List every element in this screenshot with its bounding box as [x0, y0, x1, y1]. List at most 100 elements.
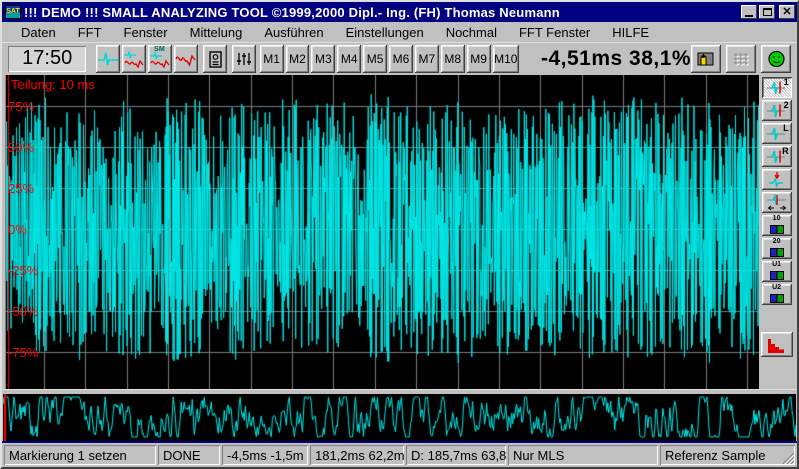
m-button-label: M3 — [315, 52, 332, 66]
sm-impulse-response-button[interactable]: SM — [148, 45, 172, 73]
smiley-button[interactable] — [761, 45, 791, 73]
open-window-icon — [697, 51, 715, 67]
overview-canvas[interactable] — [3, 394, 796, 441]
status-bar: Markierung 1 setzen DONE -4,5ms -1,5m 18… — [2, 443, 797, 467]
filter-icon — [234, 51, 254, 67]
m-button-label: M6 — [393, 52, 410, 66]
app-window: SAT !!! DEMO !!! SMALL ANALYZING TOOL ©1… — [0, 0, 799, 469]
m-button-2[interactable]: M2 — [286, 45, 310, 73]
m-button-label: M5 — [367, 52, 384, 66]
store-label: U2 — [762, 284, 792, 292]
impulse-button[interactable] — [96, 45, 120, 73]
y-axis-label: 25% — [8, 181, 34, 197]
m-button-5[interactable]: M5 — [363, 45, 387, 73]
m-button-8[interactable]: M8 — [441, 45, 465, 73]
menu-item-fft-fenster[interactable]: FFT Fenster — [508, 23, 601, 42]
store-label: U1 — [762, 261, 792, 269]
show-impulse-2-button[interactable]: 2 — [762, 100, 792, 121]
smiley-icon — [767, 50, 786, 68]
store-20-button[interactable]: 20 — [762, 238, 792, 259]
title-bar[interactable]: SAT !!! DEMO !!! SMALL ANALYZING TOOL ©1… — [2, 2, 797, 22]
store-u1-button[interactable]: U1 — [762, 261, 792, 282]
maximize-button[interactable] — [759, 5, 775, 19]
show-impulse-right-button[interactable]: R — [762, 146, 792, 167]
status-cell-marker2: 181,2ms 62,2m — [310, 445, 404, 465]
app-icon[interactable]: SAT — [5, 5, 21, 19]
m-button-label: M10 — [494, 52, 517, 66]
m-button-3[interactable]: M3 — [311, 45, 335, 73]
status-cell-reference: Referenz Sample — [660, 445, 795, 465]
maximize-icon — [763, 8, 772, 16]
y-axis-label: -75% — [8, 345, 38, 361]
store-image-icon — [770, 225, 784, 234]
pan-impulse-icon — [766, 194, 788, 211]
y-axis-label: -50% — [8, 304, 38, 320]
resize-grip[interactable] — [782, 452, 795, 465]
main-waveform-canvas[interactable] — [6, 75, 759, 389]
store-u2-button[interactable]: U2 — [762, 284, 792, 305]
m-button-label: M8 — [444, 52, 461, 66]
m-button-9[interactable]: M9 — [467, 45, 491, 73]
minimize-button[interactable] — [741, 5, 757, 19]
store-label: 10 — [762, 215, 792, 223]
menu-item-einstellungen[interactable]: Einstellungen — [335, 23, 435, 42]
channel-label: 1 — [784, 77, 789, 87]
status-cell-marker1: -4,5ms -1,5m — [222, 445, 308, 465]
frequency-response-button[interactable] — [174, 45, 198, 73]
show-impulse-1-button[interactable]: 1 — [762, 77, 792, 98]
store-label: 20 — [762, 238, 792, 246]
impulse-icon — [97, 51, 119, 67]
menu-item-nochmal[interactable]: Nochmal — [435, 23, 508, 42]
m-button-4[interactable]: M4 — [337, 45, 361, 73]
calculator-button[interactable] — [203, 45, 227, 73]
m-button-1[interactable]: M1 — [260, 45, 284, 73]
pan-impulse-button[interactable] — [762, 192, 792, 213]
division-label: Teilung: 10 ms — [11, 77, 95, 92]
main-plot[interactable]: Teilung: 10 ms 75% 50% 25% 0% -25% -50% … — [6, 75, 756, 389]
m-button-10[interactable]: M10 — [493, 45, 519, 73]
menu-item-fenster[interactable]: Fenster — [113, 23, 179, 42]
menu-item-ausfuehren[interactable]: Ausführen — [253, 23, 334, 42]
m-button-7[interactable]: M7 — [415, 45, 439, 73]
y-axis-label: -25% — [8, 263, 38, 279]
channel-label: L — [783, 123, 789, 133]
overview-strip[interactable] — [3, 394, 796, 441]
status-cell-hint: Markierung 1 setzen — [4, 445, 156, 465]
open-window-button[interactable] — [691, 45, 721, 73]
overview-area — [2, 394, 797, 441]
m-button-label: M4 — [341, 52, 358, 66]
status-cell-delta: D: 185,7ms 63,8m — [406, 445, 506, 465]
status-cell-mode: Nur MLS — [508, 445, 658, 465]
toolbar: 17:50 SM — [2, 42, 797, 75]
store-image-icon — [770, 271, 784, 280]
channel-label: R — [782, 146, 789, 156]
grid-icon — [732, 51, 750, 67]
menu-item-daten[interactable]: Daten — [10, 23, 67, 42]
menu-item-mittelung[interactable]: Mittelung — [179, 23, 254, 42]
store-image-icon — [770, 294, 784, 303]
m-button-label: M7 — [419, 52, 436, 66]
cursor-readout: -4,51ms 38,1% — [541, 47, 691, 71]
calculator-icon — [205, 51, 225, 68]
decay-button[interactable] — [761, 332, 793, 357]
store-image-icon — [770, 248, 784, 257]
store-10-button[interactable]: 10 — [762, 215, 792, 236]
impulse-response-button[interactable] — [122, 45, 146, 73]
menu-item-fft[interactable]: FFT — [67, 23, 113, 42]
window-title: !!! DEMO !!! SMALL ANALYZING TOOL ©1999,… — [24, 5, 739, 20]
show-impulse-left-button[interactable]: L — [762, 123, 792, 144]
filter-button[interactable] — [232, 45, 256, 73]
status-cell-state: DONE — [158, 445, 220, 465]
minimize-icon — [745, 15, 753, 17]
close-icon: ✕ — [782, 7, 791, 17]
marker-drop-button[interactable] — [762, 169, 792, 190]
right-toolbar: 1 2 L — [756, 75, 797, 389]
m-button-6[interactable]: M6 — [389, 45, 413, 73]
m-button-label: M2 — [289, 52, 306, 66]
close-button[interactable]: ✕ — [779, 5, 795, 19]
y-axis-label: 75% — [8, 99, 34, 115]
grid-button[interactable] — [726, 45, 756, 73]
sm-label: SM — [154, 46, 165, 53]
menu-item-hilfe[interactable]: HILFE — [601, 23, 660, 42]
impulse-response-icon — [123, 50, 145, 68]
